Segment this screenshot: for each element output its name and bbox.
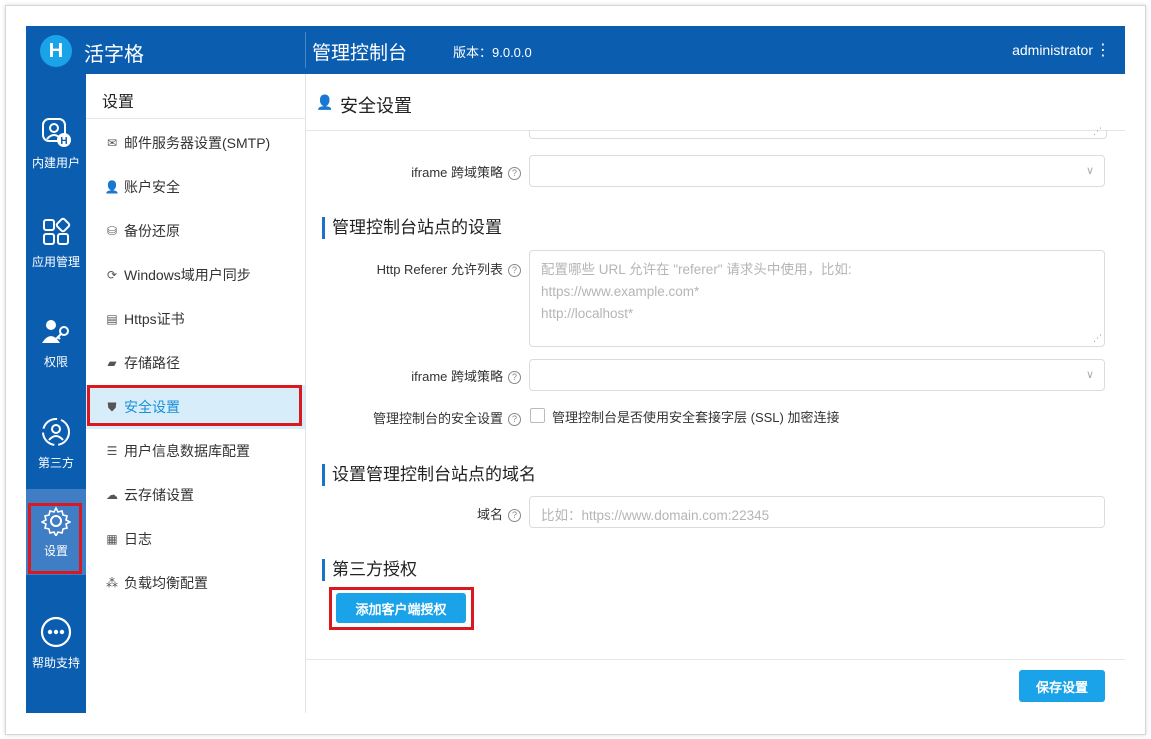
domain-label: 域名? bbox=[406, 504, 521, 523]
sidebar-item-label: 云存储设置 bbox=[124, 487, 194, 503]
label-text: 域名 bbox=[476, 507, 503, 522]
builtin-user-icon: H bbox=[42, 117, 71, 147]
sidebar-item-label: 日志 bbox=[124, 531, 152, 547]
brand-name: 活字格 bbox=[84, 44, 144, 66]
permission-icon bbox=[42, 319, 69, 343]
content-header: 👤 安全设置 bbox=[306, 74, 1125, 131]
clipped-textarea[interactable]: ⋰ bbox=[529, 126, 1107, 139]
settings-sidebar: 设置 ✉ 邮件服务器设置(SMTP) 👤 账户安全 ⛁ 备份还原 ⟳ Windo… bbox=[86, 74, 306, 713]
sidebar-item-storage-path[interactable]: ▰ 存储路径 bbox=[86, 341, 305, 385]
app-logo: H bbox=[40, 35, 72, 67]
sidebar-item-label: 备份还原 bbox=[124, 223, 180, 239]
mail-icon: ✉ bbox=[106, 136, 118, 150]
ssl-checkbox[interactable] bbox=[530, 408, 545, 423]
sidebar-item-label: 邮件服务器设置(SMTP) bbox=[124, 135, 271, 151]
chevron-down-icon: ∨ bbox=[1085, 369, 1094, 381]
iframe-policy-label: iframe 跨域策略? bbox=[356, 162, 521, 181]
folder-icon: ▰ bbox=[107, 356, 117, 370]
placeholder-text: 配置哪些 URL 允许在 "referer" 请求头中使用，比如: https:… bbox=[541, 262, 852, 321]
help-icon[interactable]: ? bbox=[508, 509, 521, 522]
page-title: 安全设置 bbox=[340, 96, 412, 116]
nav-label: 应用管理 bbox=[31, 254, 80, 269]
section-third-party: 第三方授权 bbox=[322, 559, 417, 581]
sidebar-item-cloud-storage[interactable]: ☁ 云存储设置 bbox=[86, 473, 305, 517]
backup-icon: ⛁ bbox=[106, 224, 118, 238]
section-domain: 设置管理控制台站点的域名 bbox=[322, 464, 536, 486]
help-icon[interactable]: ? bbox=[508, 167, 521, 180]
section-console-site: 管理控制台站点的设置 bbox=[322, 217, 502, 239]
main-content: 👤 安全设置 ⋰ iframe 跨域策略? ∨ 管理控制台站点的设置 Http … bbox=[306, 74, 1125, 713]
more-menu-icon[interactable]: ⋮ bbox=[1095, 40, 1111, 60]
label-text: Http Referer 允许列表 bbox=[376, 262, 503, 277]
sidebar-item-https[interactable]: ▤ Https证书 bbox=[86, 297, 305, 341]
user-name[interactable]: administrator bbox=[1012, 42, 1093, 58]
help-icon[interactable]: ? bbox=[508, 371, 521, 384]
nav-item-permissions[interactable]: 权限 bbox=[26, 300, 86, 386]
sidebar-item-user-db[interactable]: ☰ 用户信息数据库配置 bbox=[86, 429, 305, 473]
resize-handle-icon: ⋰ bbox=[1093, 126, 1102, 136]
third-party-icon bbox=[42, 417, 70, 446]
sync-icon: ⟳ bbox=[106, 268, 118, 282]
sidebar-item-smtp[interactable]: ✉ 邮件服务器设置(SMTP) bbox=[86, 121, 305, 165]
console-title: 管理控制台 bbox=[312, 43, 408, 64]
sidebar-item-logs[interactable]: ▦ 日志 bbox=[86, 517, 305, 561]
label-text: iframe 跨域策略 bbox=[411, 369, 503, 384]
sidebar-item-backup[interactable]: ⛁ 备份还原 bbox=[86, 209, 305, 253]
account-security-icon: 👤 bbox=[104, 180, 120, 194]
svg-text:H: H bbox=[60, 136, 67, 147]
label-text: 管理控制台的安全设置 bbox=[372, 411, 503, 426]
nav-item-builtin-users[interactable]: H 内建用户 bbox=[26, 100, 86, 186]
sidebar-item-label: 存储路径 bbox=[124, 355, 180, 371]
referer-label: Http Referer 允许列表? bbox=[326, 259, 521, 278]
sidebar-item-account-security[interactable]: 👤 账户安全 bbox=[86, 165, 305, 209]
primary-nav: H 内建用户 应用管理 权限 第三方 设置 帮助支持 bbox=[26, 74, 86, 713]
help-icon[interactable]: ? bbox=[508, 413, 521, 426]
apps-icon bbox=[43, 217, 71, 245]
nav-item-third-party[interactable]: 第三方 bbox=[26, 400, 86, 486]
certificate-icon: ▤ bbox=[106, 312, 118, 326]
version-label: 版本：9.0.0.0 bbox=[453, 45, 532, 60]
sidebar-item-label: Windows域用户同步 bbox=[124, 267, 251, 283]
sidebar-item-load-balance[interactable]: ⁂ 负载均衡配置 bbox=[86, 561, 305, 605]
log-icon: ▦ bbox=[106, 532, 118, 546]
sidebar-item-windows-sync[interactable]: ⟳ Windows域用户同步 bbox=[86, 253, 305, 297]
referer-textarea[interactable]: 配置哪些 URL 允许在 "referer" 请求头中使用，比如: https:… bbox=[529, 250, 1105, 347]
nav-label: 权限 bbox=[43, 354, 68, 369]
nav-label: 第三方 bbox=[37, 455, 74, 470]
domain-input[interactable]: 比如：https://www.domain.com:22345 bbox=[529, 496, 1105, 528]
top-bar: H 活字格 管理控制台 版本：9.0.0.0 administrator ⋮ bbox=[26, 26, 1125, 74]
iframe-policy-select[interactable]: ∨ bbox=[529, 359, 1105, 391]
iframe-policy-label: iframe 跨域策略? bbox=[356, 366, 521, 385]
nav-label: 帮助支持 bbox=[31, 655, 80, 670]
nav-item-apps[interactable]: 应用管理 bbox=[26, 200, 86, 286]
sidebar-item-label: 账户安全 bbox=[124, 179, 180, 195]
iframe-policy-select[interactable]: ∨ bbox=[529, 155, 1105, 187]
console-security-label: 管理控制台的安全设置? bbox=[336, 408, 521, 427]
nav-label: 内建用户 bbox=[31, 155, 80, 170]
divider bbox=[306, 659, 1125, 660]
divider bbox=[86, 118, 305, 119]
sidebar-title: 设置 bbox=[102, 94, 135, 111]
sidebar-item-label: 用户信息数据库配置 bbox=[124, 443, 250, 459]
cloud-icon: ☁ bbox=[106, 488, 118, 502]
sidebar-item-label: 负载均衡配置 bbox=[124, 575, 208, 591]
chevron-down-icon: ∨ bbox=[1085, 165, 1094, 177]
load-balance-icon: ⁂ bbox=[106, 576, 118, 590]
label-text: iframe 跨域策略 bbox=[411, 165, 503, 180]
help-icon[interactable]: ? bbox=[508, 264, 521, 277]
placeholder-text: 比如：https://www.domain.com:22345 bbox=[541, 508, 770, 523]
header-divider bbox=[305, 32, 306, 68]
ssl-checkbox-label[interactable]: 管理控制台是否使用安全套接字层 (SSL) 加密连接 bbox=[552, 407, 839, 426]
highlight-box bbox=[329, 587, 474, 630]
highlight-box bbox=[28, 503, 82, 574]
highlight-box bbox=[87, 385, 302, 426]
account-security-icon: 👤 bbox=[316, 94, 334, 110]
resize-handle-icon[interactable]: ⋰ bbox=[1093, 333, 1102, 344]
database-icon: ☰ bbox=[106, 444, 118, 458]
sidebar-item-label: Https证书 bbox=[124, 311, 185, 327]
nav-item-help[interactable]: 帮助支持 bbox=[26, 600, 86, 686]
more-icon bbox=[40, 616, 72, 647]
save-settings-button[interactable]: 保存设置 bbox=[1019, 670, 1105, 702]
